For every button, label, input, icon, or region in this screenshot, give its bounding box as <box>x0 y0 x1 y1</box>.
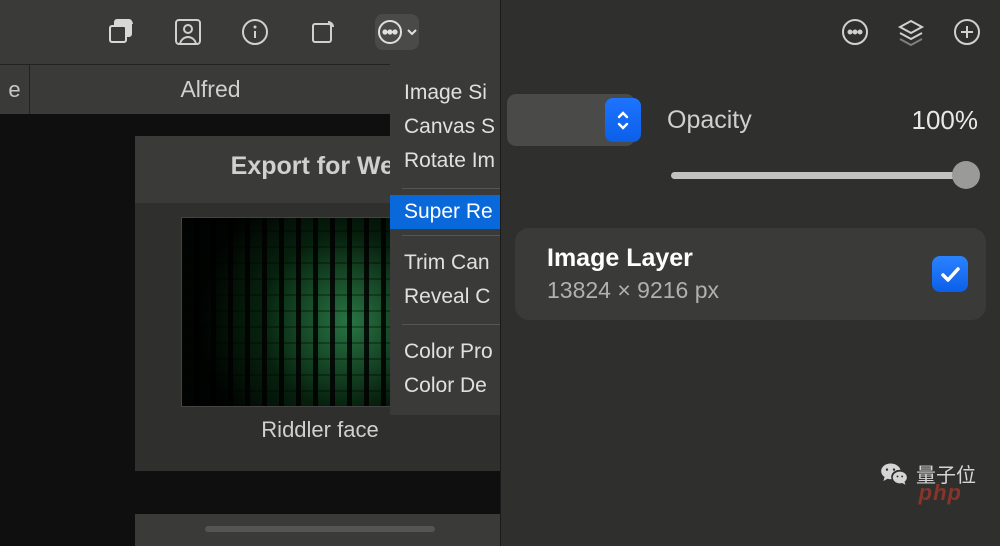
menu-item-trim-canvas[interactable]: Trim Can <box>390 246 500 280</box>
opacity-row: Opacity 100% <box>501 64 1000 164</box>
layer-item[interactable]: Image Layer 13824 × 9216 px <box>515 228 986 320</box>
layer-thumb-icon <box>533 244 539 304</box>
add-layer-icon[interactable] <box>950 15 984 49</box>
layer-name: Image Layer <box>547 244 932 273</box>
layer-dimensions: 13824 × 9216 px <box>547 277 932 304</box>
more-menu-dropdown: Image Si Canvas S Rotate Im Super Re Tri… <box>390 64 500 415</box>
left-toolbar <box>0 0 500 64</box>
more-menu-button[interactable] <box>375 14 419 50</box>
tab-prev-fragment[interactable]: e <box>0 65 30 114</box>
menu-item-color-depth[interactable]: Color De <box>390 369 500 403</box>
thumbnail-caption: Riddler face <box>181 407 459 465</box>
slider-knob[interactable] <box>952 161 980 189</box>
panel-footer <box>135 514 500 546</box>
left-panel: e Alfred Export for Web Riddler face Ima… <box>0 0 500 546</box>
menu-item-color-profile[interactable]: Color Pro <box>390 335 500 369</box>
layer-visibility-checkbox[interactable] <box>932 256 968 292</box>
checkmark-icon <box>938 262 962 286</box>
chevron-down-icon <box>406 26 418 38</box>
opacity-label: Opacity <box>667 106 884 135</box>
rotate-canvas-icon[interactable] <box>306 16 338 48</box>
blend-mode-select[interactable] <box>507 94 635 146</box>
portrait-icon[interactable] <box>172 16 204 48</box>
menu-item-image-size[interactable]: Image Si <box>390 76 500 110</box>
stacked-squares-icon[interactable] <box>105 16 137 48</box>
php-watermark: php <box>919 480 962 506</box>
opacity-value: 100% <box>912 105 979 136</box>
menu-item-canvas-size[interactable]: Canvas S <box>390 110 500 144</box>
info-icon[interactable] <box>239 16 271 48</box>
opacity-slider[interactable] <box>671 160 978 190</box>
layers-stack-icon[interactable] <box>894 15 928 49</box>
menu-item-rotate-image[interactable]: Rotate Im <box>390 144 500 178</box>
select-stepper-icon[interactable] <box>605 98 641 142</box>
right-panel: Opacity 100% Image Layer 13824 × 9216 px <box>500 0 1000 546</box>
slider-track <box>671 172 978 179</box>
right-toolbar <box>501 0 1000 64</box>
tab-alfred[interactable]: Alfred <box>30 65 392 114</box>
menu-item-reveal-canvas[interactable]: Reveal C <box>390 280 500 314</box>
menu-item-super-resolution[interactable]: Super Re <box>390 195 500 229</box>
more-options-icon[interactable] <box>838 15 872 49</box>
